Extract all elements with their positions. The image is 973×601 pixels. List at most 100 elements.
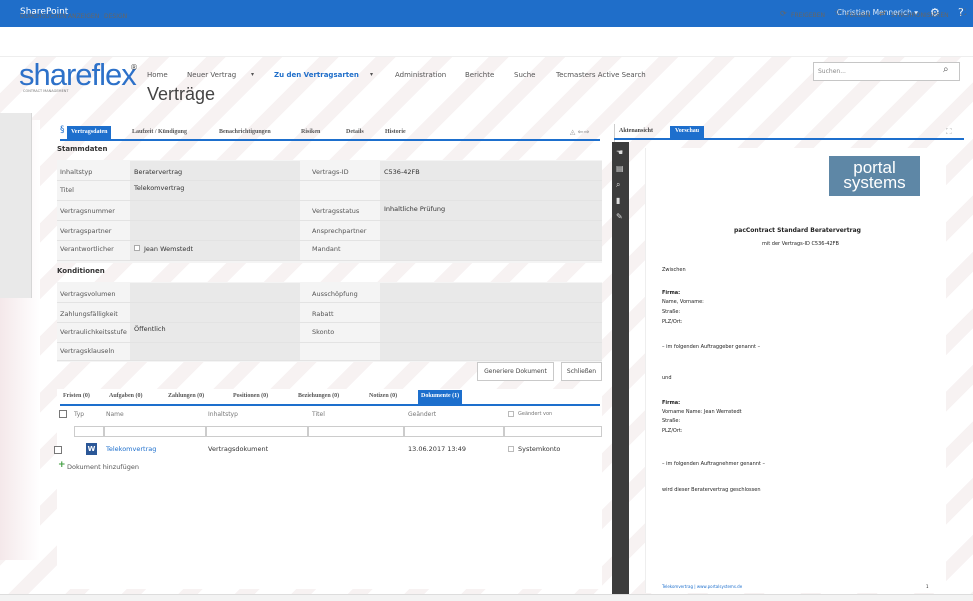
document-modified-by[interactable]: Systemkonto <box>518 445 560 453</box>
sync-button[interactable]: SYNCHRONISIEREN <box>891 12 949 19</box>
nav-home[interactable]: Home <box>147 71 168 79</box>
label-client: Mandant <box>312 245 341 253</box>
expand-icon[interactable]: ⛶ <box>946 127 952 137</box>
label-discount: Rabatt <box>312 310 334 318</box>
row-checkbox[interactable] <box>54 446 62 454</box>
ribbon <box>0 27 973 57</box>
page-title: Verträge <box>147 84 216 104</box>
logo-subtitle: CONTRACT MANAGEMENT <box>23 89 69 93</box>
tab-file-view[interactable]: Aktenansicht <box>614 126 658 138</box>
modified-by-filter-checkbox[interactable] <box>508 411 514 417</box>
nav-new-contract[interactable]: Neuer Vertrag <box>187 71 236 79</box>
nav-contract-types[interactable]: Zu den Vertragsarten <box>274 71 359 79</box>
logo-word-systems: systems <box>843 173 906 192</box>
nav-dropdown-icon[interactable]: ▾ <box>251 71 254 78</box>
filter-content-type[interactable] <box>206 426 308 437</box>
tab-risks[interactable]: Risiken <box>297 126 324 139</box>
add-icon[interactable]: + <box>58 460 66 470</box>
tab-tasks[interactable]: Aufgaben (0) <box>106 390 146 404</box>
value-confidentiality[interactable]: Öffentlich <box>134 325 166 333</box>
tab-notes[interactable]: Notizen (0) <box>366 390 400 404</box>
value-contract-id[interactable]: C536-42FB <box>384 168 420 176</box>
page-icon[interactable]: ▤ <box>616 164 624 173</box>
value-title[interactable]: Telekomvertrag <box>134 184 184 192</box>
tab-underline <box>60 139 600 141</box>
bookmark-icon[interactable]: ▮ <box>616 196 620 205</box>
tab-positions[interactable]: Positionen (0) <box>230 390 271 404</box>
ribbon-tab-browse[interactable]: DURCHSUCHEN <box>20 13 67 20</box>
attachment-icon[interactable]: ✎ <box>616 212 623 221</box>
label-clauses: Vertragsklauseln <box>60 347 115 355</box>
column-title[interactable]: Titel <box>312 411 325 418</box>
label-utilization: Ausschöpfung <box>312 290 358 298</box>
close-button[interactable]: Schließen <box>561 362 602 381</box>
tab-history[interactable]: Historie <box>381 126 410 139</box>
tab-details[interactable]: Details <box>342 126 368 139</box>
tab-notifications[interactable]: Benachrichtigungen <box>215 126 275 139</box>
ribbon-tab-design[interactable]: DESIGN <box>104 13 127 20</box>
column-content-type[interactable]: Inhaltstyp <box>208 411 238 418</box>
focus-icon[interactable]: ⛶ <box>960 8 966 18</box>
generate-document-button[interactable]: Generiere Dokument <box>477 362 554 381</box>
share-button[interactable]: FREIGEBEN <box>791 12 825 19</box>
doc-between: Zwischen <box>662 267 686 273</box>
nav-active-search[interactable]: Tecmasters Active Search <box>556 71 646 79</box>
shareflex-logo[interactable]: shareflex <box>19 57 137 93</box>
user-presence-icon <box>134 245 140 251</box>
column-name[interactable]: Name <box>106 411 124 418</box>
search-placeholder: Suchen... <box>818 68 846 75</box>
column-modified-by[interactable]: Geändert von <box>518 411 552 417</box>
star-icon: ☆ <box>834 8 843 18</box>
value-content-type[interactable]: Beratervertrag <box>134 168 182 176</box>
tab-contract-data[interactable]: Vertragsdaten <box>67 126 112 139</box>
tab-deadlines[interactable]: Fristen (0) <box>60 390 93 404</box>
doc-concluded: wird dieser Beratervertrag geschlossen <box>662 487 761 493</box>
filter-title[interactable] <box>308 426 404 437</box>
nav-search[interactable]: Suche <box>514 71 535 79</box>
collapse-icon[interactable]: ◬ ⇐⇒ <box>570 128 589 136</box>
nav-dropdown-icon[interactable]: ▾ <box>370 71 373 78</box>
follow-button[interactable]: FOLGEN <box>846 12 870 19</box>
filter-type[interactable] <box>74 426 104 437</box>
filter-modified-by[interactable] <box>504 426 602 437</box>
section-stammdaten: Stammdaten <box>57 145 108 153</box>
tab-payments[interactable]: Zahlungen (0) <box>165 390 207 404</box>
ribbon-tab-view[interactable]: ANZEIGEN <box>68 13 99 20</box>
doc-contractor-note: – im folgenden Auftragnehmer genannt – <box>662 461 765 467</box>
hand-icon[interactable]: ☚ <box>616 148 623 157</box>
tab-relations[interactable]: Beziehungen (0) <box>295 390 342 404</box>
doc-client-note: – im folgenden Auftraggeber genannt – <box>662 344 761 350</box>
document-content-type: Vertragsdokument <box>208 445 269 453</box>
nav-reports[interactable]: Berichte <box>465 71 494 79</box>
doc-street-2: Straße: <box>662 418 681 424</box>
document-link[interactable]: Telekomvertrag <box>106 445 156 453</box>
label-contract-number: Vertragsnummer <box>60 207 115 215</box>
doc-page-number: 1 <box>926 584 929 589</box>
label-contract-partner: Vertragspartner <box>60 227 112 235</box>
add-document-link[interactable]: Dokument hinzufügen <box>67 463 139 471</box>
label-contract-status: Vertragsstatus <box>312 207 360 215</box>
column-type[interactable]: Typ <box>74 411 84 418</box>
doc-subtitle: mit der Vertrags-ID C536-42FB <box>762 241 839 247</box>
share-icon: ⟳ <box>780 9 787 18</box>
label-confidentiality: Vertraulichkeitsstufe <box>60 328 127 336</box>
select-all-checkbox[interactable] <box>59 410 67 418</box>
registered-mark: ® <box>130 63 138 72</box>
value-responsible[interactable]: Jean Wemstedt <box>144 245 193 253</box>
tab-term-termination[interactable]: Laufzeit / Kündigung <box>128 126 191 139</box>
column-modified[interactable]: Geändert <box>408 411 436 418</box>
doc-company: Firma: <box>662 290 681 296</box>
label-contact-person: Ansprechpartner <box>312 227 367 235</box>
horizontal-scrollbar[interactable] <box>0 594 973 601</box>
tab-documents[interactable]: Dokumente (1) <box>418 390 463 404</box>
documents-pane <box>57 389 602 589</box>
search-icon[interactable]: ⌕ <box>943 64 949 75</box>
value-contract-status[interactable]: Inhaltliche Prüfung <box>384 205 445 213</box>
search-icon[interactable]: ⌕ <box>616 180 620 190</box>
filter-modified[interactable] <box>404 426 504 437</box>
tab-preview[interactable]: Vorschau <box>670 126 705 138</box>
nav-administration[interactable]: Administration <box>395 71 446 79</box>
filter-name[interactable] <box>104 426 206 437</box>
label-contract-volume: Vertragsvolumen <box>60 290 116 298</box>
doc-company-2: Firma: <box>662 400 681 406</box>
